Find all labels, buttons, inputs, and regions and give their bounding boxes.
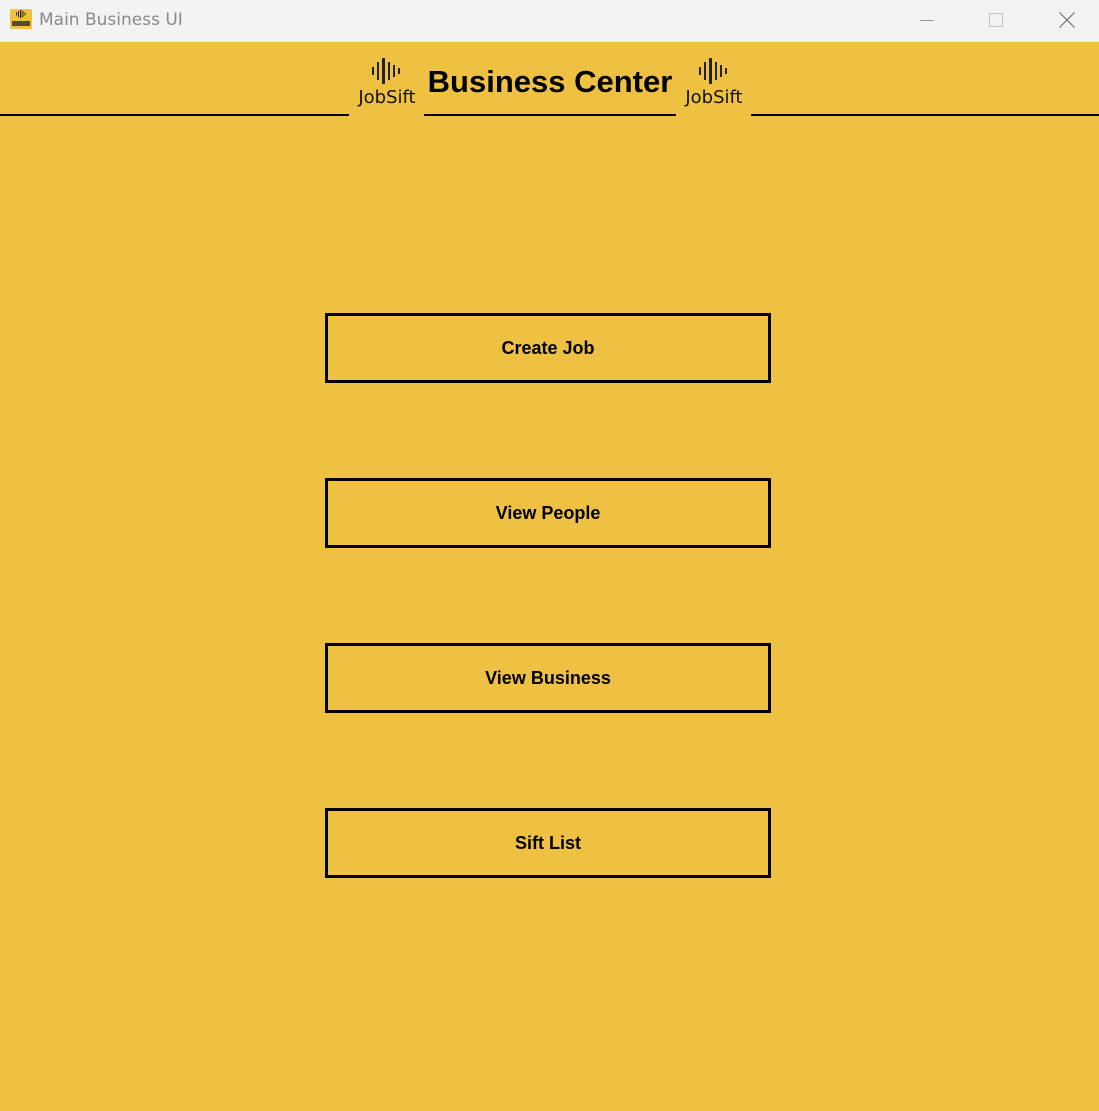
create-job-button[interactable]: Create Job <box>325 313 771 383</box>
view-business-button[interactable]: View Business <box>325 643 771 713</box>
logo-text: JobSift <box>685 87 743 108</box>
minimize-button[interactable] <box>892 0 962 40</box>
logo-text: JobSift <box>358 87 416 108</box>
header-divider <box>424 114 676 116</box>
maximize-icon <box>989 13 1003 27</box>
sound-wave-icon <box>699 58 727 84</box>
jobsift-logo-icon <box>10 9 32 29</box>
title-bar[interactable]: Main Business UI <box>0 0 1099 42</box>
maximize-button[interactable] <box>961 0 1031 40</box>
jobsift-logo-right: JobSift <box>676 56 752 112</box>
jobsift-logo-left: JobSift <box>349 56 425 112</box>
sound-wave-icon <box>372 58 400 84</box>
sift-list-button[interactable]: Sift List <box>325 808 771 878</box>
close-button[interactable] <box>1032 0 1099 40</box>
page-title: Business Center <box>427 64 673 99</box>
header-divider <box>0 114 349 116</box>
window-title: Main Business UI <box>39 10 183 30</box>
main-window: Main Business UI JobSift Business Center… <box>0 0 1099 1111</box>
view-people-button[interactable]: View People <box>325 478 771 548</box>
header-divider <box>751 114 1099 116</box>
close-icon <box>1059 12 1075 28</box>
minimize-icon <box>920 20 934 21</box>
